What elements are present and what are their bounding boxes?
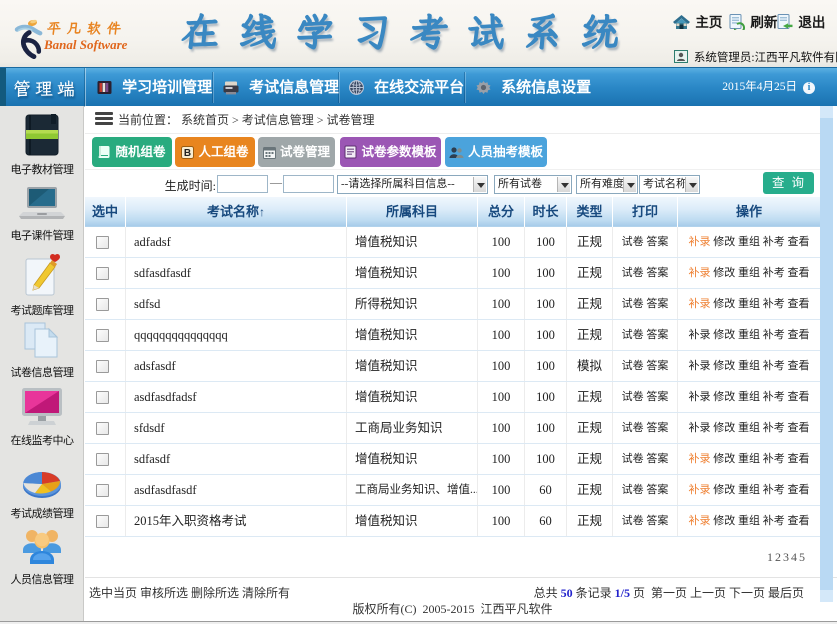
svg-text:B: B <box>184 148 191 159</box>
